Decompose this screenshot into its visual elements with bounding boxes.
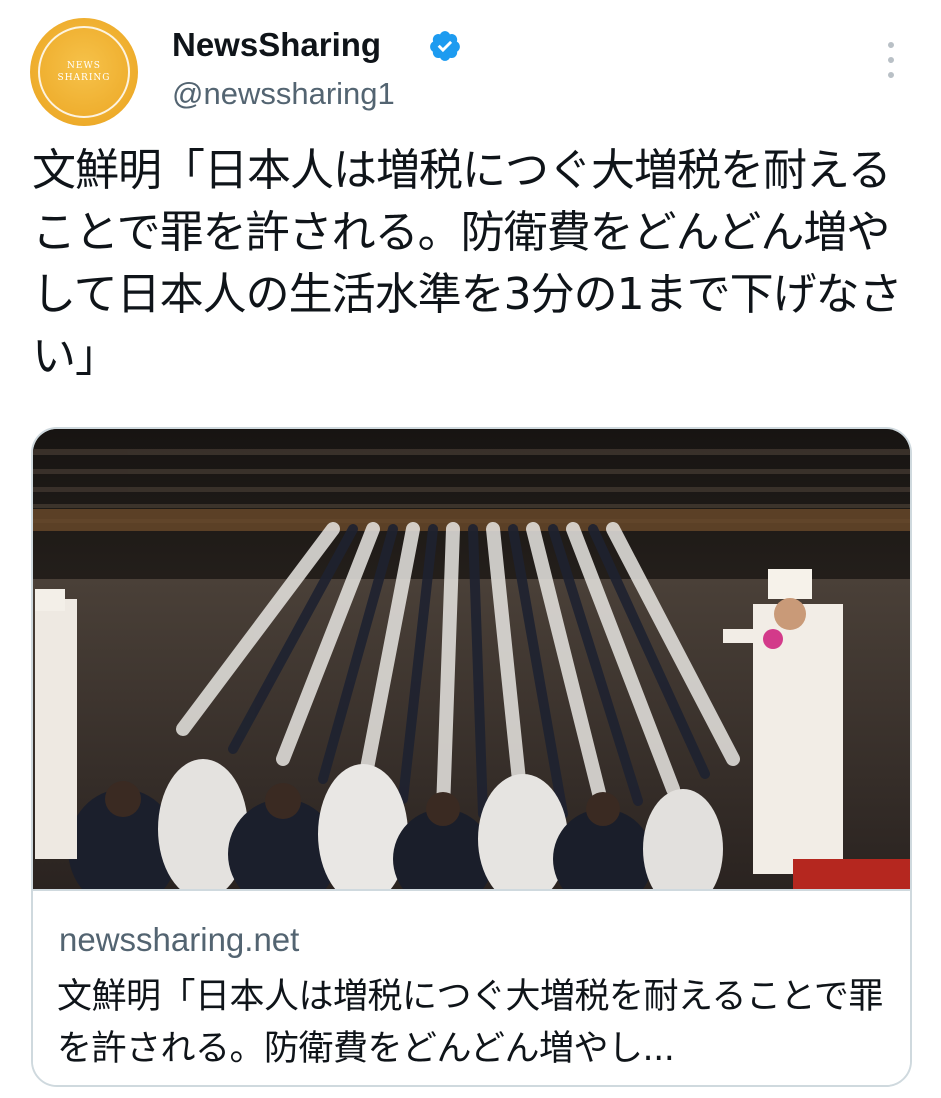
- card-domain: newssharing.net: [59, 921, 300, 958]
- link-preview-card[interactable]: newssharing.net 文鮮明「日本人は増税につぐ大増税を耐えることで罪…: [31, 427, 912, 1087]
- author-display-name[interactable]: NewsSharing: [172, 26, 381, 64]
- card-title: 文鮮明「日本人は増税につぐ大増税を耐えることで罪を許される。防衛費をどんどん増や…: [57, 977, 883, 1069]
- card-photo-illustration: [33, 429, 910, 889]
- card-image[interactable]: [33, 429, 910, 889]
- avatar-logo-text: NEWS SHARING: [57, 61, 111, 83]
- author-avatar[interactable]: NEWS SHARING: [30, 18, 138, 126]
- more-options-icon[interactable]: [876, 38, 906, 82]
- tweet: NEWS SHARING NewsSharing @newssharing1 文鮮…: [0, 0, 941, 1098]
- card-meta: newssharing.net 文鮮明「日本人は増税につぐ大増税を耐えることで罪…: [33, 889, 910, 1085]
- author-handle[interactable]: @newssharing1: [172, 76, 395, 112]
- tweet-text: 文鮮明「日本人は増税につぐ大増税を耐えることで罪を許される。防衛費をどんどん増や…: [32, 145, 903, 382]
- verified-badge-icon: [430, 31, 460, 61]
